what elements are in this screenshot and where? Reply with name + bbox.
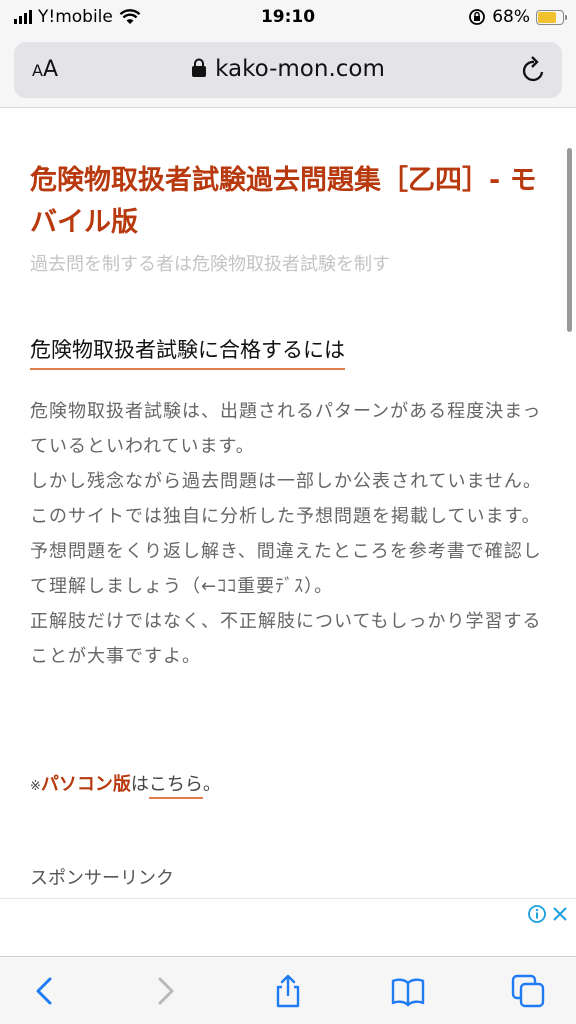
orientation-lock-icon xyxy=(469,9,486,25)
paragraph: このサイトでは独自に分析した予想問題を掲載しています。 xyxy=(30,506,541,527)
paragraph: 正解肢だけではなく、不正解肢についてもしっかり学習することが大事ですよ。 xyxy=(30,611,542,667)
pc-version-label: パソコン版 xyxy=(40,774,131,795)
pc-version-link[interactable]: こちら xyxy=(148,774,203,799)
scrollbar[interactable] xyxy=(567,148,572,332)
status-bar: Y!mobile 19:10 68% xyxy=(0,0,576,34)
site-tagline: 過去問を制する者は危険物取扱者試験を制す xyxy=(30,254,390,275)
lock-icon xyxy=(192,58,207,77)
battery-icon xyxy=(536,9,567,25)
address-bar[interactable]: AA kako-mon.com xyxy=(14,42,562,98)
share-icon[interactable] xyxy=(270,973,306,1009)
reload-icon[interactable] xyxy=(520,55,548,85)
ad-banner[interactable] xyxy=(0,898,576,956)
sponsor-label: スポンサーリンク xyxy=(30,868,174,889)
paragraph: しかし残念ながら過去問題は一部しか公表されていません。 xyxy=(30,471,542,492)
status-right: 68% xyxy=(468,7,567,27)
forward-icon[interactable] xyxy=(146,973,182,1009)
tabs-icon[interactable] xyxy=(510,973,546,1009)
url-text: kako-mon.com xyxy=(215,56,385,82)
browser-toolbar xyxy=(0,956,576,1024)
close-icon[interactable] xyxy=(552,906,568,922)
url-display[interactable]: kako-mon.com xyxy=(14,56,562,82)
bookmarks-icon[interactable] xyxy=(390,973,426,1009)
battery-percent: 68% xyxy=(492,7,530,27)
address-bar-area: AA kako-mon.com xyxy=(0,34,576,108)
page-content: 危険物取扱者試験過去問題集［乙四］- モバイル版 過去問を制する者は危険物取扱者… xyxy=(30,108,550,898)
note-text: は xyxy=(130,774,149,795)
note-mark: ※ xyxy=(30,779,41,794)
browser-window: Y!mobile 19:10 68% AA kako-mon.com 危険物取扱… xyxy=(0,0,576,1024)
info-icon[interactable] xyxy=(528,905,546,923)
pc-version-note: ※パソコン版はこちら。 xyxy=(30,770,221,799)
paragraph: 危険物取扱者試験は、出題されるパターンがある程度決まっているといわれています。 xyxy=(30,401,542,457)
paragraph: 予想問題をくり返し解き、間違えたところを参考書で確認して理解しましょう（←ｺｺ重… xyxy=(30,541,542,597)
back-icon[interactable] xyxy=(28,973,64,1009)
ad-controls xyxy=(528,905,568,923)
site-title[interactable]: 危険物取扱者試験過去問題集［乙四］- モバイル版 xyxy=(30,160,550,244)
section-heading: 危険物取扱者試験に合格するには xyxy=(30,334,345,370)
note-end: 。 xyxy=(202,774,221,795)
intro-text: 危険物取扱者試験は、出題されるパターンがある程度決まっているといわれています。 … xyxy=(30,394,546,674)
